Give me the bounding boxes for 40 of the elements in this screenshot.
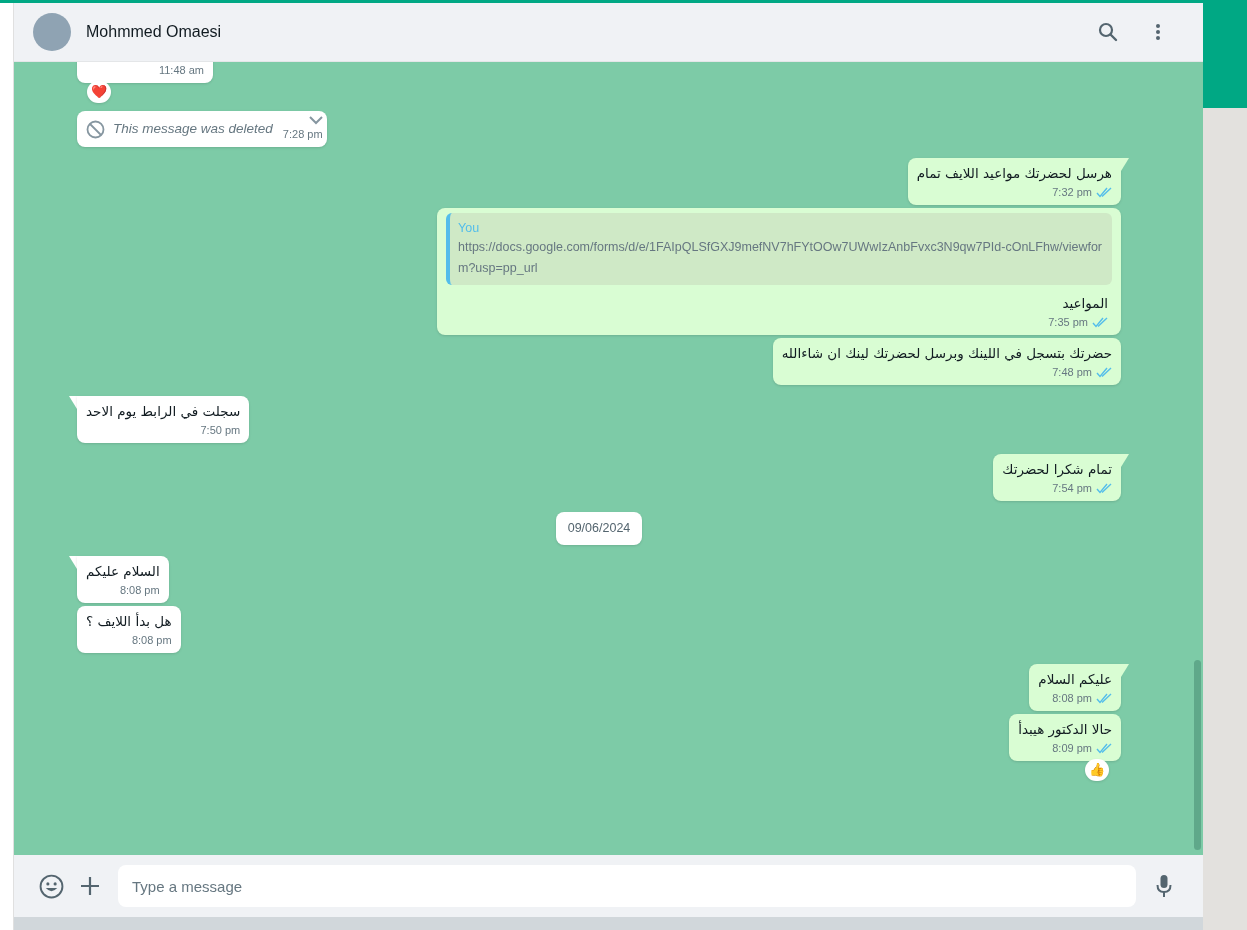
contact-name[interactable]: Mohmmed Omaesi [86, 20, 222, 44]
message-input[interactable]: Type a message [118, 865, 1136, 907]
smiley-icon [38, 873, 64, 899]
search-icon [1098, 22, 1118, 42]
message-text: المواعيد [1061, 294, 1109, 314]
date-badge: 09/06/2024 [555, 512, 643, 545]
microphone-icon [1156, 874, 1172, 898]
quoted-message[interactable]: You https://docs.google.com/forms/d/e/1FAIpQLSfGXJ9mefNV7hFYtOOw7UWwIzAnbFvxc3N9qw7PId-cOnLFhw/viewform?usp=pp_url [446, 213, 1112, 285]
reaction-badge[interactable]: ❤ [87, 81, 111, 103]
message-time: 8:08 pm [1052, 691, 1092, 706]
message-time: 8:09 pm [1052, 741, 1092, 756]
message-time: 7:54 pm [1052, 481, 1092, 497]
message-time: 7:32 pm [1052, 185, 1092, 200]
message-time: 7:28 pm [282, 127, 323, 142]
message-time: 7:48 pm [1052, 365, 1092, 381]
message-text: حالا الدكتور هيبدأ [1018, 719, 1112, 739]
scrollbar-thumb[interactable] [1194, 660, 1201, 850]
message-text: السلام عليكم [86, 562, 160, 581]
quote-text: https://docs.google.com/forms/d/e/1FAIpQLSfGXJ9mefNV7hFYtOOw7UWwIzAnbFvxc3N9qw7PId-cOnLFhw/viewform?usp=pp_url [458, 239, 1103, 277]
search-button[interactable] [1096, 20, 1120, 44]
message-time: 11:48 am [158, 63, 204, 78]
message-text: تمام شكرا لحضرتك [1002, 460, 1112, 480]
message-text: حضرتك بتسجل في اللينك وبرسل لحضرتك لينك ان شاءالله [781, 344, 1112, 364]
menu-icon [1155, 23, 1161, 41]
quote-author: You [458, 220, 481, 237]
message-text: سجلت في الرابط يوم الاحد [86, 402, 241, 422]
message-time: 8:08 pm [119, 583, 160, 598]
plus-icon [80, 876, 100, 896]
message-time: 7:50 pm [200, 423, 241, 439]
attach-button[interactable] [79, 875, 101, 897]
prohibited-icon [86, 119, 105, 139]
emoji-button[interactable] [38, 873, 64, 899]
message-text: هل بدأ اللايف ؟ [86, 611, 172, 631]
deleted-message-text: This message was deleted [113, 119, 273, 138]
message-time: 8:08 pm [131, 633, 172, 648]
chevron-down-icon[interactable] [308, 116, 323, 125]
message-time: 7:35 pm [1048, 315, 1088, 331]
microphone-button[interactable] [1154, 873, 1174, 899]
message-text: هرسل لحضرتك مواعيد اللايف تمام [916, 164, 1112, 183]
message-text: عليكم السلام [1038, 670, 1112, 689]
